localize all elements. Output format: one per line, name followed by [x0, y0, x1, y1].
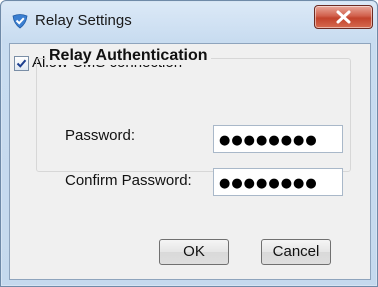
password-label: Password:: [65, 127, 136, 144]
confirm-password-label: Confirm Password:: [65, 172, 192, 189]
relay-authentication-title: Relay Authentication: [46, 47, 211, 65]
confirm-password-field[interactable]: ●●●●●●●●: [213, 168, 343, 196]
window-title: Relay Settings: [35, 12, 132, 29]
password-field[interactable]: ●●●●●●●●: [213, 125, 343, 153]
checkmark-icon: [16, 59, 27, 68]
ok-button[interactable]: OK: [159, 239, 229, 265]
relay-authentication-group: [36, 58, 351, 172]
allow-cms-checkbox[interactable]: [14, 56, 29, 71]
close-button[interactable]: [314, 5, 373, 29]
relay-settings-window: Relay Settings Allow CMS connection Rela…: [0, 0, 378, 287]
title-bar[interactable]: Relay Settings: [1, 1, 377, 41]
check-shield-icon: [12, 13, 28, 29]
cancel-button[interactable]: Cancel: [261, 239, 331, 265]
close-icon: [315, 6, 372, 28]
